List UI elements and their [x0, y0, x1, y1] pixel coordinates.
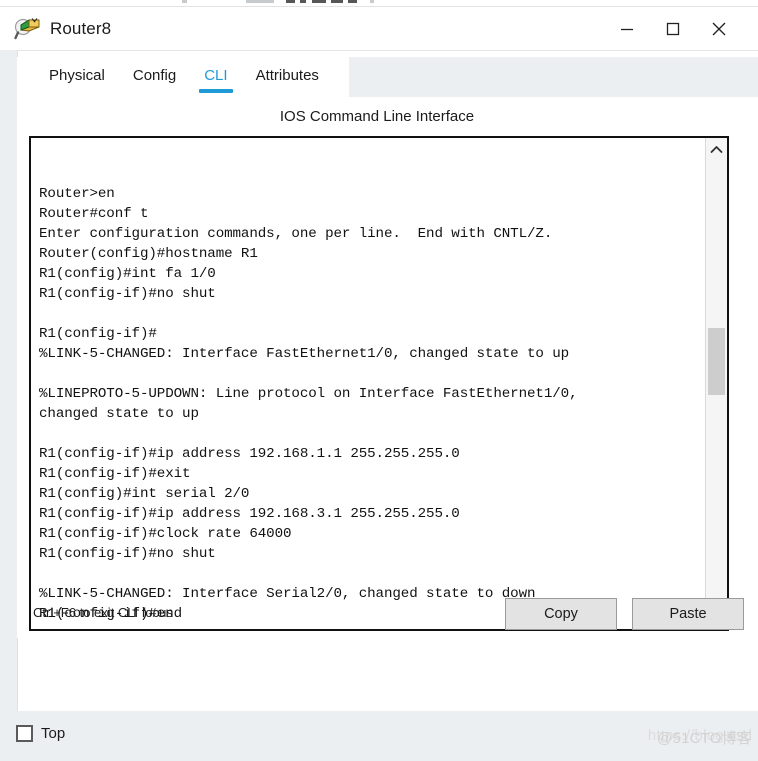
terminal-scrollbar[interactable]: [705, 138, 727, 629]
tab-attributes-label: Attributes: [255, 67, 319, 84]
top-checkbox-label: Top: [41, 725, 66, 742]
terminal-line: Router(config)#hostname R1: [39, 246, 258, 262]
cli-panel: IOS Command Line Interface Router>en Rout…: [17, 97, 758, 638]
tab-cli[interactable]: CLI: [190, 57, 241, 93]
tab-cli-label: CLI: [204, 67, 228, 84]
terminal-line: R1(config-if)#no shut: [39, 286, 216, 302]
terminal-line: R1(config-if)#ip address 192.168.1.1 255…: [39, 446, 460, 462]
toolbar-fragment-bar: [246, 0, 274, 3]
paste-button[interactable]: Paste: [632, 598, 744, 630]
toolbar-fragment-glyph-2: [300, 0, 306, 3]
copy-button[interactable]: Copy: [505, 598, 617, 630]
tab-physical[interactable]: Physical: [35, 57, 119, 84]
toolbar-fragment-dot: [182, 0, 187, 3]
watermark: https://blog.csd @51CTO博客: [648, 727, 752, 747]
toolbar-fragment-glyph-4: [331, 0, 343, 3]
scrollbar-thumb[interactable]: [708, 328, 725, 395]
minimize-button[interactable]: [604, 7, 650, 50]
tab-strip: Physical Config CLI Attributes: [17, 57, 758, 97]
terminal-line: R1(config)#int fa 1/0: [39, 266, 216, 282]
terminal-line: %LINEPROTO-5-UPDOWN: Line protocol on In…: [39, 386, 578, 402]
maximize-button[interactable]: [650, 7, 696, 50]
cutoff-toolbar-fragment: [0, 0, 758, 7]
top-checkbox-box[interactable]: [16, 725, 33, 742]
terminal-line: Router#conf t: [39, 206, 149, 222]
window-controls: [604, 7, 758, 50]
terminal-line: R1(config-if)#exit: [39, 466, 191, 482]
terminal-line: R1(config-if)#ip address 192.168.3.1 255…: [39, 506, 460, 522]
router-magnifier-icon: [14, 16, 40, 42]
chevron-up-icon[interactable]: [706, 138, 727, 160]
tab-active-indicator: [199, 89, 233, 93]
toolbar-fragment-glyph-5: [348, 0, 357, 3]
terminal-line: %LINK-5-CHANGED: Interface FastEthernet1…: [39, 346, 570, 362]
terminal-line: R1(config-if)#clock rate 64000: [39, 526, 292, 542]
terminal-line: Enter configuration commands, one per li…: [39, 226, 553, 242]
close-button[interactable]: [696, 7, 742, 50]
terminal-line: R1(config-if)#no shut: [39, 546, 216, 562]
top-checkbox[interactable]: Top: [16, 725, 65, 742]
window-title: Router8: [50, 18, 112, 38]
terminal-line: changed state to up: [39, 406, 199, 422]
tab-physical-label: Physical: [49, 67, 105, 84]
terminal-line: R1(config-if)#: [39, 326, 157, 342]
left-gutter: [0, 50, 18, 711]
terminal-line: Router>en: [39, 186, 115, 202]
tab-list: Physical Config CLI Attributes: [17, 57, 349, 97]
terminal-output[interactable]: Router>en Router#conf t Enter configuratio…: [31, 138, 705, 629]
window-titlebar: Router8: [0, 7, 758, 51]
cli-focus-hint: Ctrl+F6 to exit CLI focus: [33, 605, 173, 620]
tab-config-label: Config: [132, 67, 177, 84]
action-button-row: Copy Paste: [505, 598, 744, 630]
terminal-container[interactable]: Router>en Router#conf t Enter configuratio…: [29, 136, 729, 631]
toolbar-fragment-glyph-6: [370, 0, 374, 3]
watermark-tag: @51CTO博客: [657, 730, 752, 747]
terminal-line: R1(config)#int serial 2/0: [39, 486, 250, 502]
tab-attributes[interactable]: Attributes: [242, 57, 333, 84]
panel-heading: IOS Command Line Interface: [279, 108, 475, 125]
tab-config[interactable]: Config: [119, 57, 190, 84]
toolbar-fragment-glyph-3: [312, 0, 326, 3]
bottom-bar: Top https://blog.csd @51CTO博客: [0, 711, 758, 761]
toolbar-fragment-glyph-1: [286, 0, 295, 3]
